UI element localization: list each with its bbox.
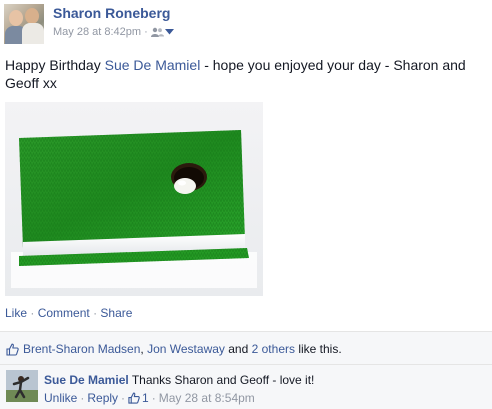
likes-comma: , [140, 342, 144, 356]
post-photo[interactable] [5, 102, 263, 296]
comment-button[interactable]: Comment [38, 306, 90, 320]
like-button[interactable]: Like [5, 306, 27, 320]
author-avatar[interactable] [4, 4, 44, 44]
share-button[interactable]: Share [100, 306, 132, 320]
comment-actions: Unlike · Reply · 1 · May 28 at 8:54pm [44, 391, 255, 405]
reply-button[interactable]: Reply [87, 391, 118, 405]
post-author-name[interactable]: Sharon Roneberg [53, 5, 170, 21]
thumbs-up-icon [128, 392, 140, 404]
comment-text: Thanks Sharon and Geoff - love it! [131, 373, 315, 387]
comment-like-count[interactable]: 1 [128, 391, 149, 405]
unlike-button[interactable]: Unlike [44, 391, 77, 405]
commenter-photo [6, 370, 38, 402]
post-text: Happy Birthday Sue De Mamiel - hope you … [5, 56, 485, 92]
comment-timestamp[interactable]: May 28 at 8:54pm [159, 391, 255, 405]
post-meta: May 28 at 8:42pm · [53, 26, 174, 38]
commenter-avatar[interactable] [6, 370, 38, 402]
likes-suffix: like this. [298, 342, 342, 356]
thumbs-up-icon [6, 343, 19, 356]
post-text-prefix: Happy Birthday [5, 57, 105, 73]
comment-sep: · [151, 391, 156, 405]
likes-and: and [228, 342, 249, 356]
comment-sep: · [121, 391, 126, 405]
comment-sep: · [80, 391, 85, 405]
comment-body: Sue De Mamiel Thanks Sharon and Geoff - … [44, 373, 314, 387]
feed-post: Sharon Roneberg May 28 at 8:42pm · Happy… [0, 0, 492, 409]
likes-summary: Brent-Sharon Madsen, Jon Westaway and 2 … [6, 342, 342, 356]
action-sep: · [30, 306, 35, 320]
post-timestamp[interactable]: May 28 at 8:42pm [53, 26, 141, 38]
friends-icon [150, 27, 164, 37]
post-actions: Like · Comment · Share [5, 306, 132, 320]
chevron-down-icon [164, 29, 174, 35]
action-sep: · [93, 306, 98, 320]
liker-link[interactable]: Brent-Sharon Madsen [23, 342, 140, 356]
commenter-name[interactable]: Sue De Mamiel [44, 373, 129, 387]
like-count-value: 1 [142, 391, 149, 405]
liker-link[interactable]: Jon Westaway [147, 342, 225, 356]
meta-separator: · [144, 26, 148, 38]
likes-others-link[interactable]: 2 others [252, 342, 295, 356]
cake-photo [5, 102, 263, 296]
tagged-user-link[interactable]: Sue De Mamiel [105, 57, 201, 73]
audience-selector[interactable] [150, 27, 174, 37]
